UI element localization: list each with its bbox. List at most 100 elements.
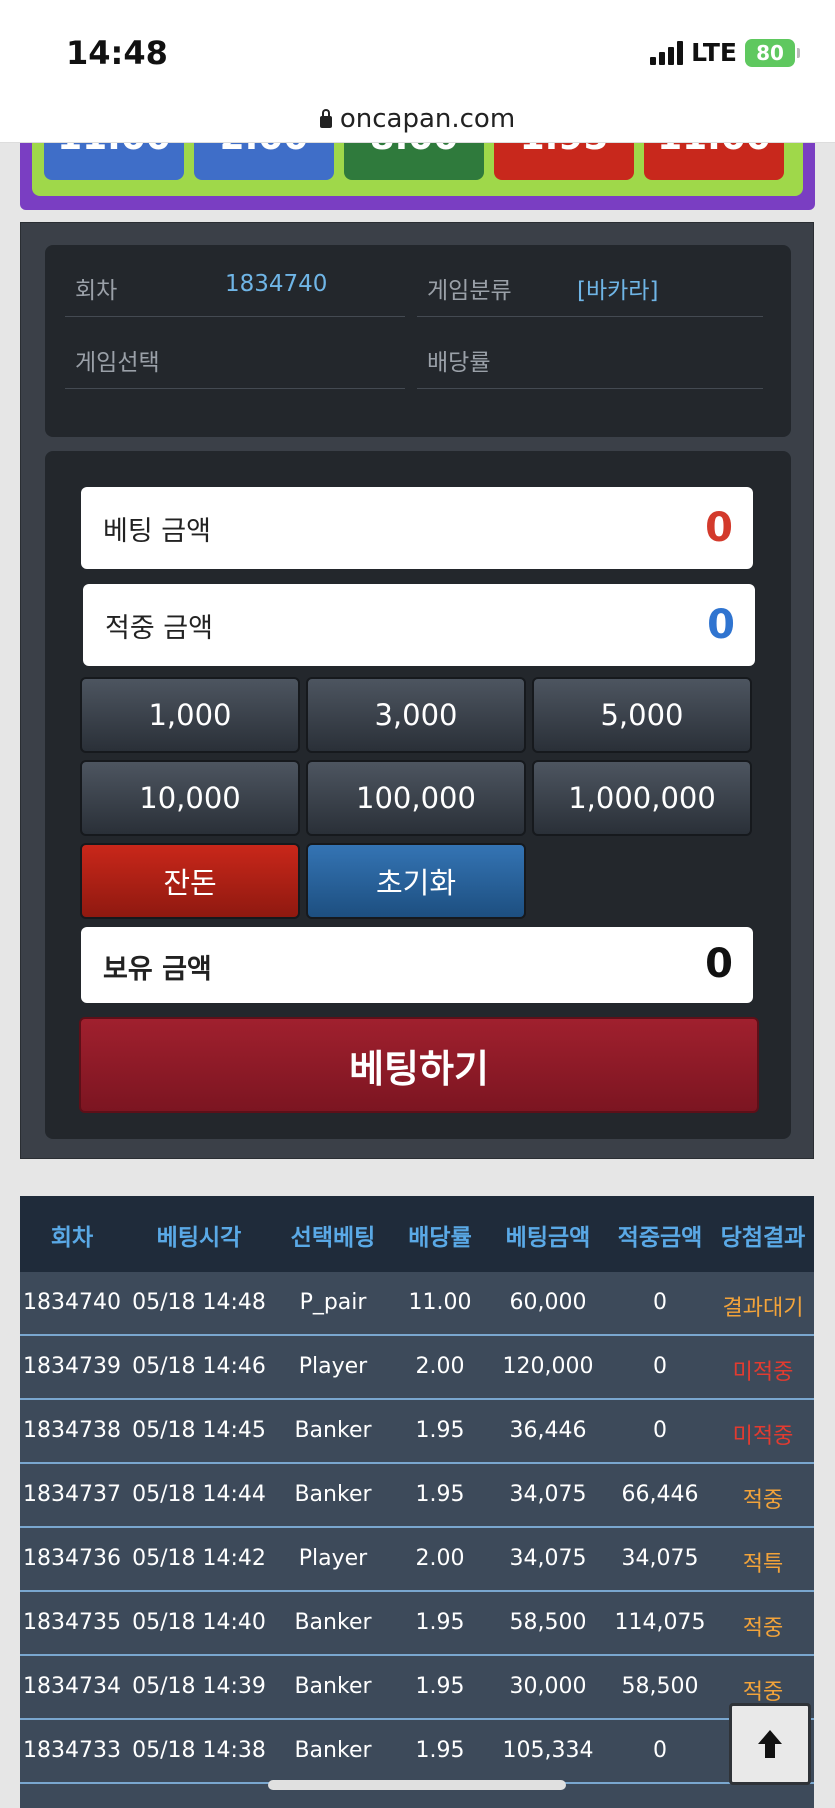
- info-select: 게임선택: [65, 317, 405, 389]
- chip-button-10000[interactable]: 10,000: [80, 760, 300, 836]
- table-cell: Banker: [294, 1738, 372, 1763]
- win-amount-field: 적중 금액 0: [83, 584, 755, 666]
- chip-button-100000[interactable]: 100,000: [306, 760, 526, 836]
- table-cell: 11.00: [408, 1290, 472, 1315]
- info-odds: 배당률: [417, 317, 763, 389]
- bet-amount-label: 베팅 금액: [103, 516, 211, 547]
- table-cell: 0: [653, 1738, 667, 1763]
- balance-value: 0: [705, 941, 733, 987]
- arrow-up-icon: [758, 1730, 782, 1758]
- table-header: 회차 베팅시각 선택베팅 배당률 베팅금액 적중금액 당첨결과: [20, 1196, 814, 1272]
- home-indicator: [268, 1780, 566, 1790]
- table-cell: P_pair: [299, 1290, 367, 1315]
- table-cell: 1.95: [415, 1482, 465, 1507]
- table-cell: 1834739: [23, 1354, 121, 1379]
- info-round-value: 1834740: [225, 271, 328, 297]
- column-header: 당첨결과: [720, 1225, 806, 1251]
- chip-button-5000[interactable]: 5,000: [532, 677, 752, 753]
- table-cell: 05/18 14:48: [132, 1290, 266, 1315]
- status-indicators: LTE 80: [650, 38, 800, 67]
- table-cell: 1834740: [23, 1290, 121, 1315]
- bet-amount-field[interactable]: 베팅 금액 0: [81, 487, 753, 569]
- table-cell: 120,000: [502, 1354, 594, 1379]
- reset-button[interactable]: 초기화: [306, 843, 526, 919]
- table-row: 1834735 05/18 14:40 Banker 1.95 58,500 114,07…: [20, 1592, 814, 1656]
- table-cell: 1.95: [415, 1674, 465, 1699]
- url-bar[interactable]: oncapan.com: [0, 95, 835, 143]
- table-cell: 1834734: [23, 1674, 121, 1699]
- info-select-label: 게임선택: [75, 350, 160, 376]
- table-cell: 34,075: [509, 1546, 587, 1571]
- table-cell: 05/18 14:46: [132, 1354, 266, 1379]
- table-cell: 05/18 14:39: [132, 1674, 266, 1699]
- table-cell: Banker: [294, 1674, 372, 1699]
- chip-button-1000000[interactable]: 1,000,000: [532, 760, 752, 836]
- bet-amount-value: 0: [705, 505, 733, 551]
- network-type: LTE: [691, 38, 737, 67]
- table-cell: Player: [298, 1546, 368, 1571]
- result-cell: 적특: [742, 1552, 784, 1577]
- table-cell: 0: [653, 1354, 667, 1379]
- table-cell: 105,334: [502, 1738, 594, 1763]
- place-bet-button[interactable]: 베팅하기: [79, 1017, 759, 1113]
- column-header: 베팅금액: [505, 1225, 591, 1251]
- table-cell: 05/18 14:44: [132, 1482, 266, 1507]
- signal-icon: [650, 40, 684, 65]
- table-cell: 05/18 14:40: [132, 1610, 266, 1635]
- table-cell: 1.95: [415, 1418, 465, 1443]
- table-cell: 1.95: [415, 1610, 465, 1635]
- win-amount-value: 0: [707, 602, 735, 648]
- chip-button-3000[interactable]: 3,000: [306, 677, 526, 753]
- status-bar: 14:48 LTE 80: [0, 0, 835, 105]
- table-cell: 0: [653, 1418, 667, 1443]
- table-cell: 05/18 14:38: [132, 1738, 266, 1763]
- table-row: 1834737 05/18 14:44 Banker 1.95 34,075 66,446…: [20, 1464, 814, 1528]
- battery-icon: 80: [745, 38, 800, 67]
- table-cell: 34,075: [509, 1482, 587, 1507]
- status-time: 14:48: [66, 34, 168, 72]
- info-category-label: 게임분류: [427, 278, 512, 304]
- bet-form: 베팅 금액 0 적중 금액 0 1,000 3,000 5,000 10,000…: [45, 451, 791, 1139]
- table-cell: 30,000: [509, 1674, 587, 1699]
- result-cell: 미적중: [732, 1424, 794, 1449]
- battery-level: 80: [756, 40, 784, 65]
- result-cell: 미적중: [732, 1360, 794, 1385]
- table-cell: 1834736: [23, 1546, 121, 1571]
- table-cell: 60,000: [509, 1290, 587, 1315]
- table-row: 1834740 05/18 14:48 P_pair 11.00 60,000 0 결과대기: [20, 1272, 814, 1336]
- column-header: 회차: [50, 1225, 94, 1251]
- change-button[interactable]: 잔돈: [80, 843, 300, 919]
- url-text: oncapan.com: [339, 103, 516, 134]
- column-header: 베팅시각: [156, 1225, 242, 1251]
- table-cell: 1834733: [23, 1738, 121, 1763]
- betting-panel: 회차 1834740 게임분류 [바카라] 게임선택 배당률 베팅 금액 0 적…: [20, 222, 814, 1159]
- balance-label: 보유 금액: [103, 954, 212, 985]
- scroll-to-top-button[interactable]: [729, 1703, 811, 1785]
- info-round: 회차 1834740: [65, 245, 405, 317]
- table-cell: 1834737: [23, 1482, 121, 1507]
- table-cell: 05/18 14:45: [132, 1418, 266, 1443]
- table-cell: Player: [298, 1354, 368, 1379]
- chip-button-1000[interactable]: 1,000: [80, 677, 300, 753]
- result-cell: 결과대기: [722, 1296, 804, 1321]
- result-cell: 적중: [742, 1680, 784, 1705]
- column-header: 적중금액: [617, 1225, 703, 1251]
- info-odds-label: 배당률: [427, 350, 491, 376]
- column-header: 선택베팅: [290, 1225, 376, 1251]
- table-row: 183473305/18 14:38Banker1.95105,3340미적중: [20, 1720, 814, 1784]
- table-row: 1834739 05/18 14:46 Player 2.00 120,000 0 미적중: [20, 1336, 814, 1400]
- info-category: 게임분류 [바카라]: [417, 245, 763, 317]
- lock-icon: [319, 108, 332, 128]
- table-cell: 1834735: [23, 1610, 121, 1635]
- table-cell: 0: [653, 1290, 667, 1315]
- table-cell: 114,075: [614, 1610, 706, 1635]
- table-row: 1834734 05/18 14:39 Banker 1.95 30,000 58,500…: [20, 1656, 814, 1720]
- table-cell: Banker: [294, 1610, 372, 1635]
- column-header: 배당률: [408, 1225, 472, 1251]
- table-cell: Banker: [294, 1418, 372, 1443]
- table-row: 1834738 05/18 14:45 Banker 1.95 36,446 0 미적중: [20, 1400, 814, 1464]
- result-cell: 적중: [742, 1488, 784, 1513]
- table-cell: 36,446: [509, 1418, 587, 1443]
- info-round-label: 회차: [75, 278, 118, 304]
- table-cell: 58,500: [509, 1610, 587, 1635]
